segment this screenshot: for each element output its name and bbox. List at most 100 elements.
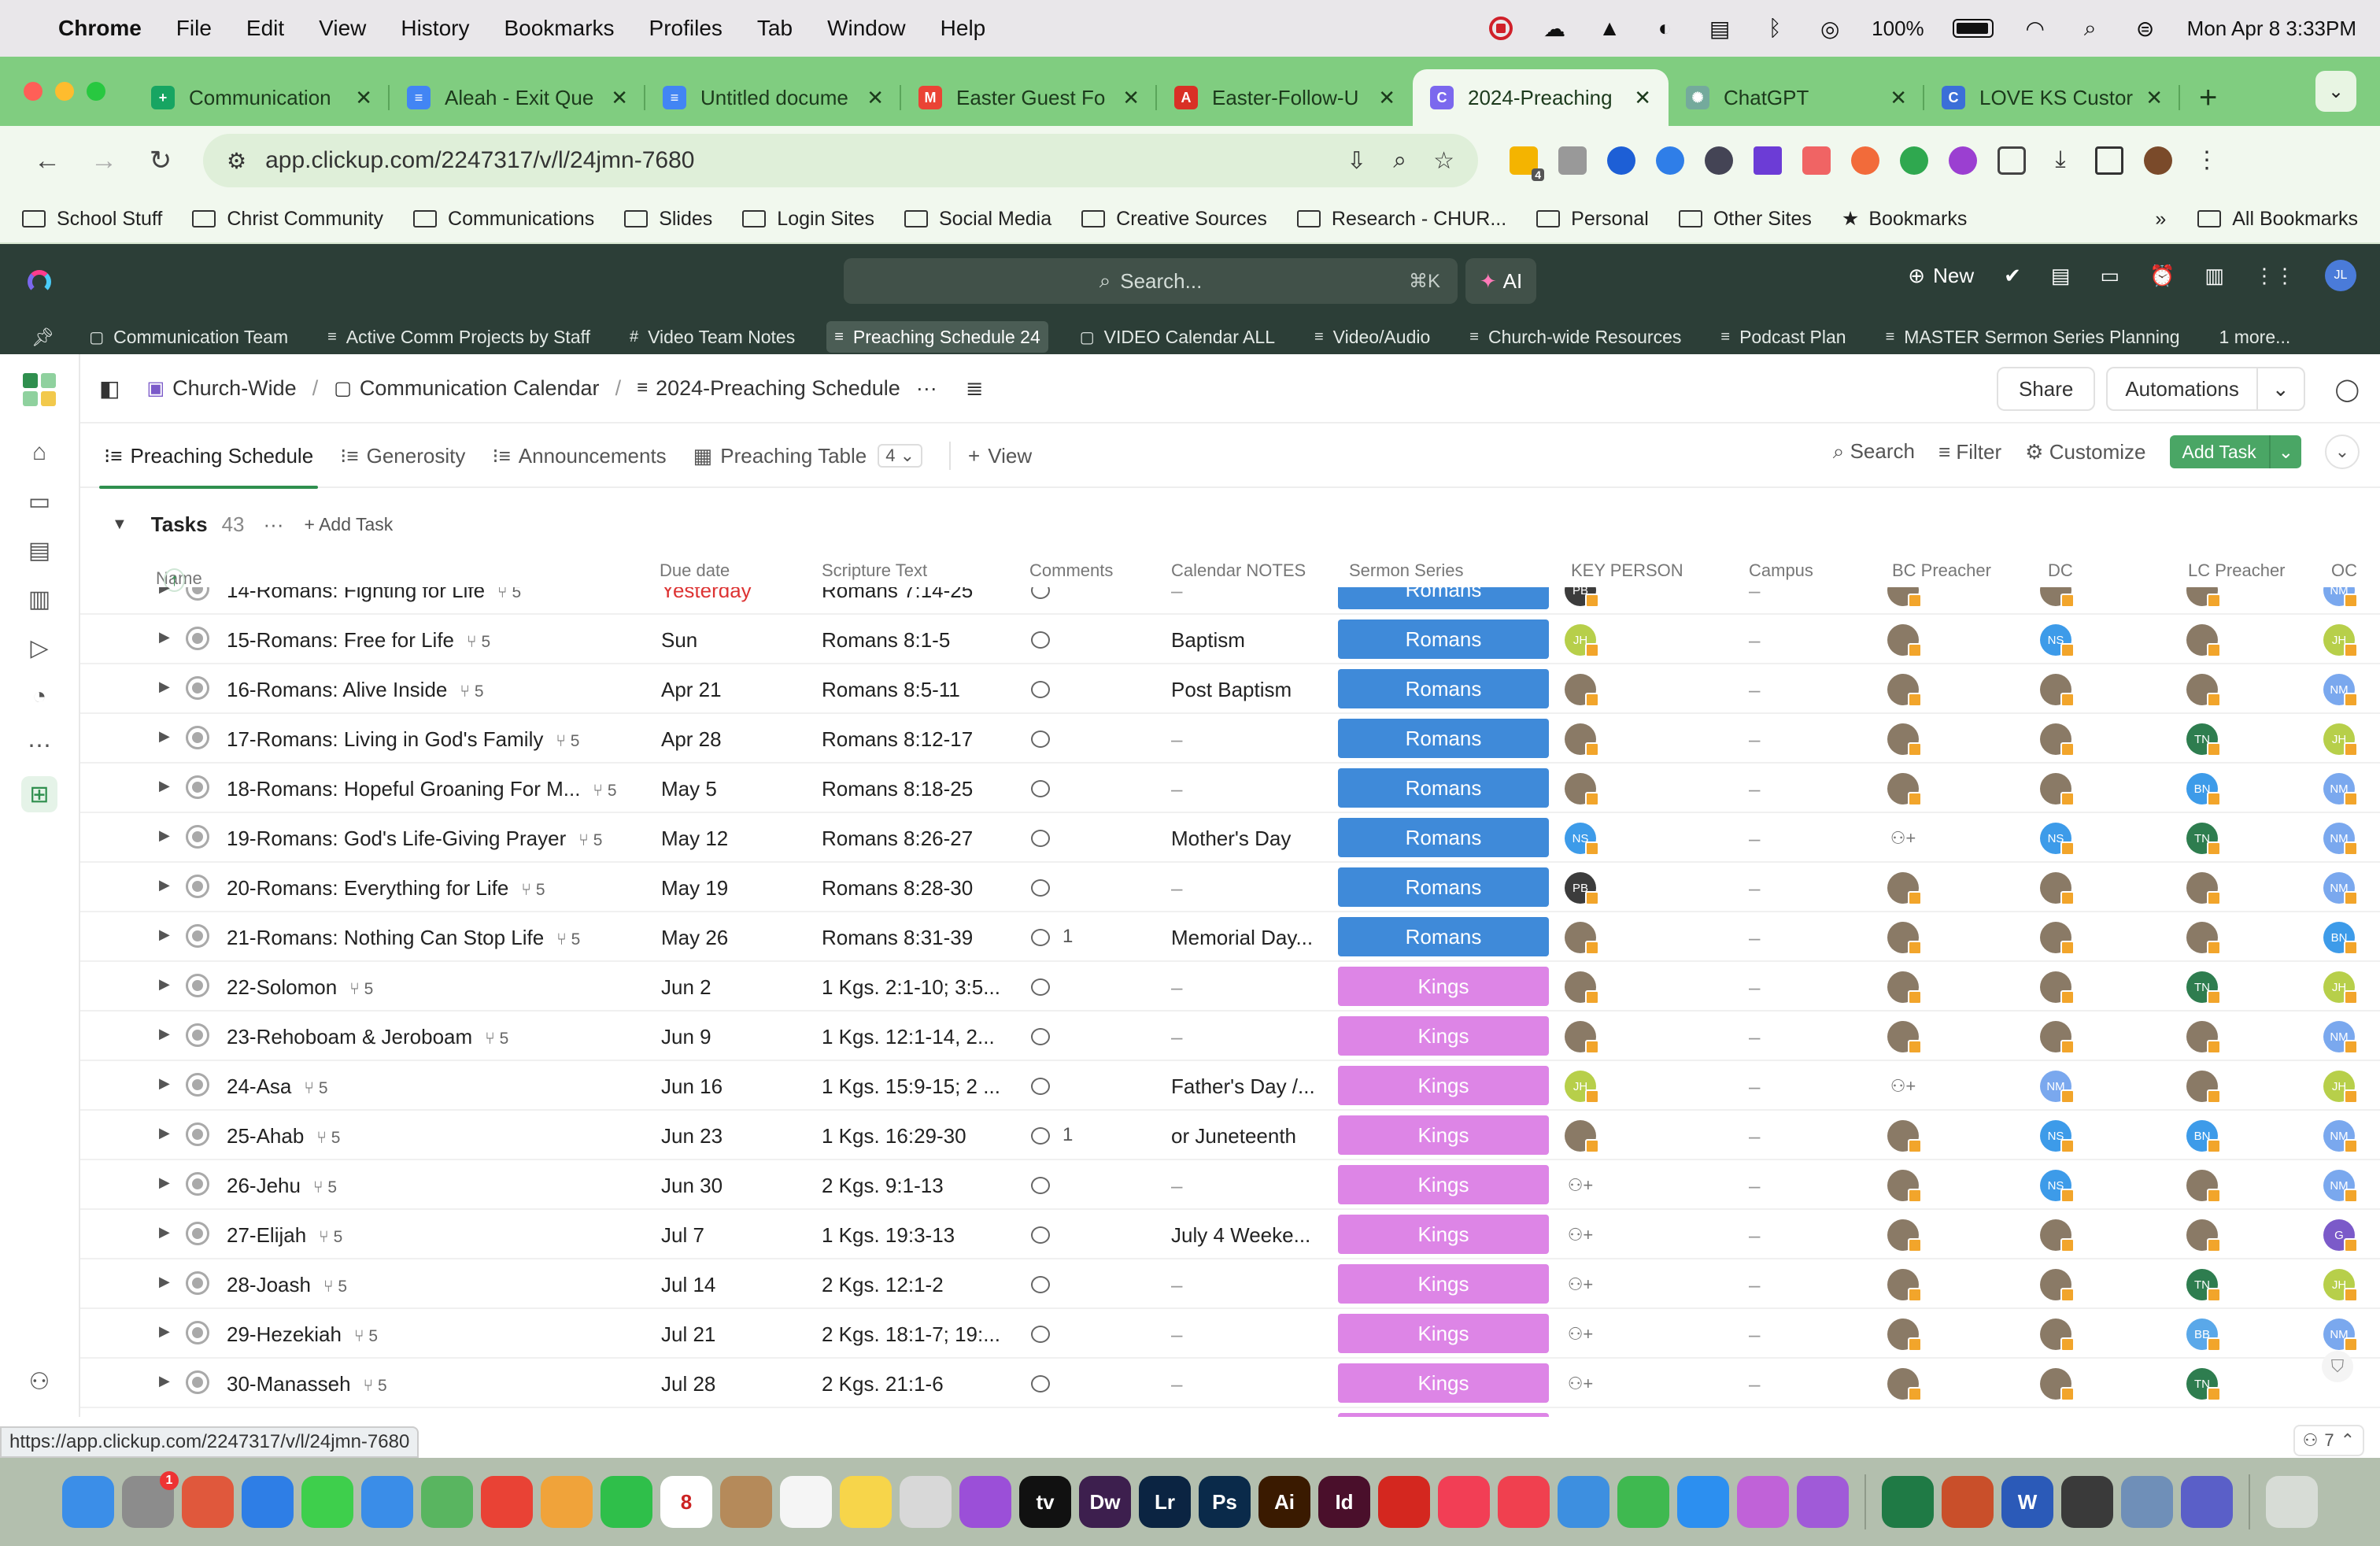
dock-dreamweaver-icon[interactable]: Dw bbox=[1079, 1476, 1131, 1528]
person-photo-avatar[interactable] bbox=[1887, 674, 1922, 707]
task-name[interactable]: 21-Romans: Nothing Can Stop Life ⑂ 5 bbox=[227, 926, 580, 950]
person-photo-avatar[interactable] bbox=[1565, 1021, 1599, 1054]
browser-tab[interactable]: ≡ Aleah - Exit Que ✕ bbox=[390, 69, 645, 126]
subtask-count[interactable]: ⑂ 5 bbox=[578, 831, 602, 849]
bc-preacher-cell[interactable] bbox=[1887, 1319, 1922, 1356]
person-initials-avatar[interactable]: NM bbox=[2323, 1319, 2358, 1352]
dock-music-icon[interactable] bbox=[1438, 1476, 1490, 1528]
tab-preaching-schedule[interactable]: ⁝≡ Preaching Schedule bbox=[98, 424, 319, 489]
list-footer-counter[interactable]: ⚇ 7 ⌃ bbox=[2293, 1425, 2364, 1456]
person-photo-avatar[interactable] bbox=[2186, 922, 2221, 955]
sermon-series-tag[interactable]: Romans bbox=[1338, 669, 1549, 708]
task-name[interactable]: 26-Jehu ⑂ 5 bbox=[227, 1174, 337, 1198]
subtask-count[interactable]: ⑂ 5 bbox=[316, 1129, 340, 1147]
person-photo-avatar[interactable] bbox=[2186, 1219, 2221, 1252]
scripture-text[interactable]: 1 Kgs. 15:9-15; 2 ... bbox=[822, 1074, 1011, 1099]
dc-cell[interactable] bbox=[2040, 872, 2075, 909]
lc-preacher-cell[interactable] bbox=[2186, 922, 2221, 959]
table-row[interactable]: ▶ 15-Romans: Free for Life ⑂ 5 Sun Romans… bbox=[80, 615, 2380, 664]
lc-preacher-cell[interactable]: BB bbox=[2186, 1319, 2221, 1352]
person-photo-avatar[interactable] bbox=[1565, 1120, 1599, 1153]
chrome-menu-icon[interactable]: ⋮ bbox=[2193, 146, 2221, 175]
person-photo-avatar[interactable] bbox=[1887, 872, 1922, 905]
comments-cell[interactable] bbox=[1031, 727, 1062, 749]
zoom-icon[interactable]: ⌕ bbox=[1393, 147, 1406, 174]
dc-cell[interactable] bbox=[2040, 773, 2075, 810]
tab-search-chevron-icon[interactable]: ⌄ bbox=[2315, 71, 2356, 112]
person-photo-avatar[interactable] bbox=[1887, 723, 1922, 756]
scripture-text[interactable]: Romans 8:31-39 bbox=[822, 926, 1011, 950]
bookmarks-overflow-button[interactable]: » bbox=[2155, 208, 2166, 231]
sermon-series-tag[interactable]: Kings bbox=[1338, 1413, 1549, 1417]
dc-cell[interactable] bbox=[2040, 1219, 2075, 1256]
menu-window[interactable]: Window bbox=[827, 16, 906, 41]
table-row[interactable]: ▶ Aug 4 2 Kgs. 23:1-3 – Kings ⚇+ – NM TN bbox=[80, 1408, 2380, 1417]
bc-preacher-cell[interactable] bbox=[1887, 1120, 1922, 1157]
bookmark-folder[interactable]: School Stuff bbox=[22, 208, 162, 231]
task-name[interactable]: 22-Solomon ⑂ 5 bbox=[227, 975, 373, 1000]
extension-folder-icon[interactable]: 4 bbox=[1510, 146, 1544, 181]
comments-cell[interactable]: 1 bbox=[1031, 1124, 1073, 1146]
expand-subtasks-icon[interactable]: ▶ bbox=[159, 1373, 170, 1389]
sermon-series-tag[interactable]: Kings bbox=[1338, 967, 1549, 1006]
comments-cell[interactable]: 1 bbox=[1031, 926, 1073, 948]
task-status-icon[interactable] bbox=[186, 825, 209, 849]
task-name[interactable]: 16-Romans: Alive Inside ⑂ 5 bbox=[227, 678, 484, 702]
comments-cell[interactable] bbox=[1031, 1074, 1062, 1097]
grammarly-extension-icon[interactable] bbox=[1900, 146, 1928, 175]
calendar-notes[interactable]: – bbox=[1171, 975, 1321, 1000]
oc-cell[interactable]: JH bbox=[2323, 624, 2358, 657]
scripture-text[interactable]: 1 Kgs. 12:1-14, 2... bbox=[822, 1025, 1011, 1049]
browser-tab[interactable]: M Easter Guest Fo ✕ bbox=[901, 69, 1157, 126]
due-date[interactable]: May 19 bbox=[661, 876, 728, 901]
browser-tab[interactable]: A Easter-Follow-U ✕ bbox=[1157, 69, 1413, 126]
table-row[interactable]: ▶ 21-Romans: Nothing Can Stop Life ⑂ 5 Ma… bbox=[80, 912, 2380, 962]
campus-cell[interactable]: – bbox=[1749, 1025, 1760, 1049]
expand-subtasks-icon[interactable]: ▶ bbox=[159, 679, 170, 695]
sermon-series-tag[interactable]: Romans bbox=[1338, 719, 1549, 758]
bookmark-folder[interactable]: Research - CHUR... bbox=[1296, 208, 1506, 231]
oc-cell[interactable]: G bbox=[2323, 1219, 2358, 1252]
key-person-cell[interactable] bbox=[1565, 1120, 1599, 1157]
bookmark-folder[interactable]: Other Sites bbox=[1678, 208, 1812, 231]
close-tab-icon[interactable]: ✕ bbox=[1890, 86, 1907, 110]
add-task-button[interactable]: Add Task ⌄ bbox=[2169, 435, 2301, 468]
dc-cell[interactable] bbox=[2040, 1368, 2075, 1405]
dock-creative-cloud-icon[interactable] bbox=[2061, 1476, 2113, 1528]
search-tasks-button[interactable]: ⌕ Search bbox=[1833, 439, 1915, 464]
person-initials-avatar[interactable]: NM bbox=[2040, 1071, 2075, 1104]
dock-facetime-icon[interactable] bbox=[601, 1476, 652, 1528]
task-name[interactable]: 28-Joash ⑂ 5 bbox=[227, 1273, 347, 1297]
calendar-notes[interactable]: Post Baptism bbox=[1171, 678, 1321, 702]
dock-numbers-icon[interactable] bbox=[1617, 1476, 1669, 1528]
favorite-item[interactable]: ≡ Podcast Plan bbox=[1713, 321, 1853, 353]
comments-cell[interactable] bbox=[1031, 1322, 1062, 1344]
group-more-button[interactable]: ··· bbox=[264, 512, 284, 537]
favorite-item[interactable]: ≡ Active Comm Projects by Staff bbox=[320, 321, 598, 353]
task-name[interactable]: 14-Romans: Fighting for Life ⑂ 5 bbox=[227, 587, 521, 603]
column-lc-preacher[interactable]: LC Preacher bbox=[2188, 560, 2286, 581]
bookmark-folder[interactable]: Creative Sources bbox=[1081, 208, 1267, 231]
subtask-count[interactable]: ⑂ 5 bbox=[497, 587, 521, 601]
task-status-icon[interactable] bbox=[186, 1172, 209, 1196]
sermon-series-tag[interactable]: Romans bbox=[1338, 867, 1549, 907]
assign-person-icon[interactable]: ⚇+ bbox=[1887, 1071, 1919, 1102]
user-avatar[interactable]: JL bbox=[2325, 260, 2356, 291]
task-status-icon[interactable] bbox=[186, 587, 209, 601]
campus-cell[interactable]: – bbox=[1749, 628, 1760, 653]
downloads-icon[interactable]: ⤓ bbox=[2046, 146, 2075, 175]
person-initials-avatar[interactable]: PB bbox=[1565, 872, 1599, 905]
task-status-icon[interactable] bbox=[186, 1123, 209, 1146]
due-date[interactable]: Jun 23 bbox=[661, 1124, 722, 1148]
subtask-count[interactable]: ⑂ 5 bbox=[364, 1377, 387, 1395]
menu-history[interactable]: History bbox=[401, 16, 469, 41]
dock-powerpoint-icon[interactable] bbox=[1942, 1476, 1994, 1528]
person-initials-avatar[interactable]: NS bbox=[2040, 823, 2075, 856]
lc-preacher-cell[interactable]: TN bbox=[2186, 723, 2221, 756]
expand-subtasks-icon[interactable]: ▶ bbox=[159, 827, 170, 844]
subtask-count[interactable]: ⑂ 5 bbox=[319, 1228, 342, 1246]
pocket-extension-icon[interactable] bbox=[1802, 146, 1831, 175]
clips-icon[interactable]: ▷ bbox=[21, 630, 57, 666]
person-photo-avatar[interactable] bbox=[2040, 1368, 2075, 1401]
bookmark-star-icon[interactable]: ☆ bbox=[1433, 147, 1454, 175]
